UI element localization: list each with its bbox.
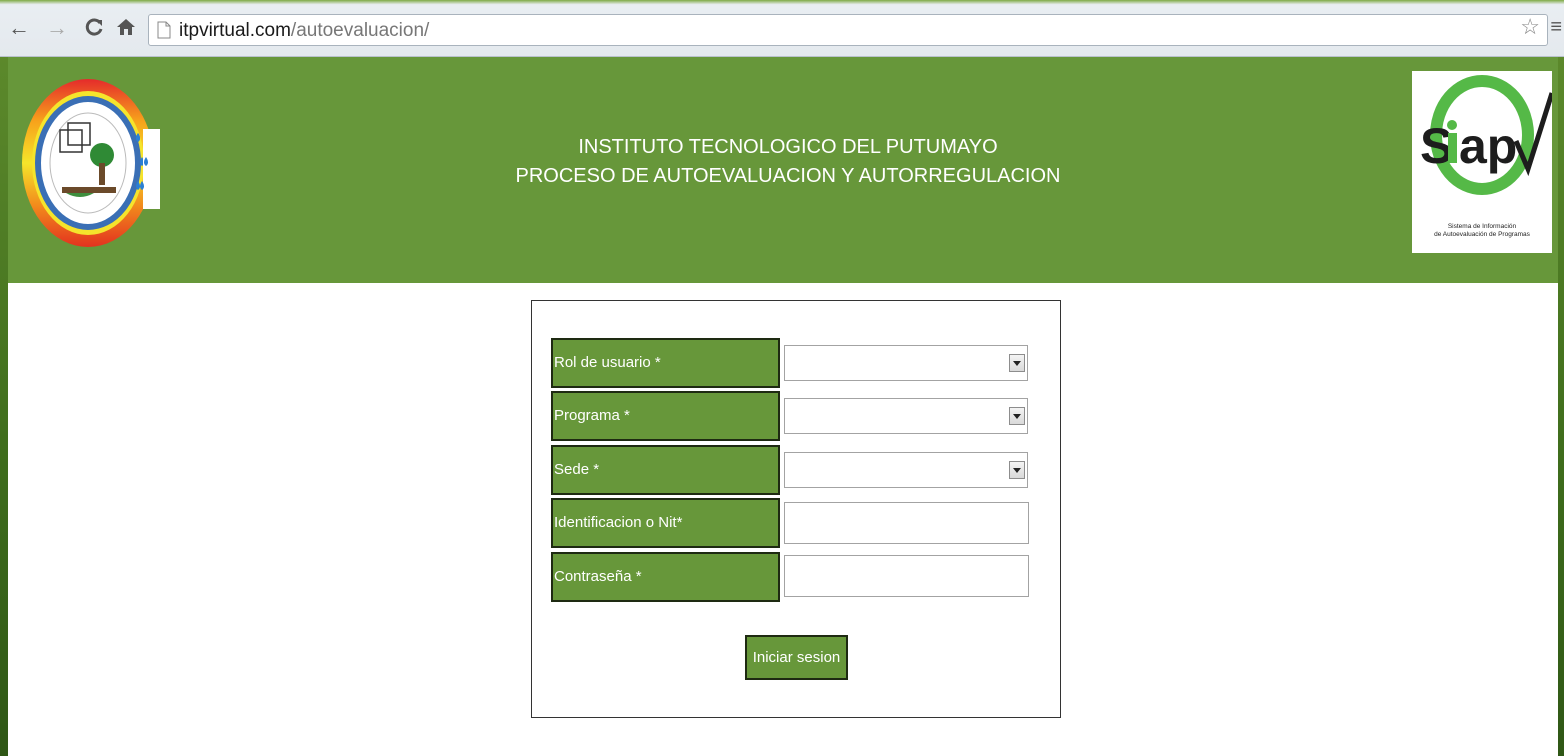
star-icon[interactable]: ☆: [1520, 16, 1540, 38]
background-edge-right: [1558, 40, 1564, 756]
header-banner: INSTITUTO TECNOLOGICO DEL PUTUMAYO PROCE…: [8, 57, 1558, 283]
background-edge-left: [0, 40, 8, 756]
siap-logo: S ap Sistema de Información de Autoevalu…: [1412, 71, 1552, 253]
arrow-right-icon[interactable]: →: [46, 17, 68, 39]
chevron-down-icon[interactable]: [1009, 354, 1025, 372]
page-icon: [157, 21, 171, 44]
label-sede: Sede *: [551, 445, 780, 495]
url-host: itpvirtual.com: [179, 20, 291, 41]
identificacion-input[interactable]: [784, 502, 1029, 544]
menu-icon[interactable]: ≡: [1550, 16, 1562, 38]
url-text: itpvirtual.com/autoevaluacion/: [179, 20, 429, 42]
siap-caption-line1: Sistema de Información: [1447, 223, 1517, 230]
arrow-left-icon[interactable]: ←: [8, 17, 30, 39]
select-sede[interactable]: [784, 452, 1028, 488]
header-title-line1: INSTITUTO TECNOLOGICO DEL PUTUMAYO: [578, 136, 998, 158]
select-rol-usuario[interactable]: [784, 345, 1028, 381]
label-identificacion: Identificacion o Nit*: [551, 498, 780, 548]
institution-logo: [20, 75, 160, 250]
login-form: Rol de usuario * Programa * Sede * Ident…: [531, 300, 1061, 718]
password-input[interactable]: [784, 555, 1029, 597]
browser-toolbar: ← → itpvirtual.com/autoevaluacion/ ☆ ≡: [0, 0, 1564, 57]
home-icon[interactable]: [116, 17, 136, 41]
chevron-down-icon[interactable]: [1009, 461, 1025, 479]
reload-icon[interactable]: [84, 17, 104, 41]
chevron-down-icon[interactable]: [1009, 407, 1025, 425]
header-title-line2: PROCESO DE AUTOEVALUACION Y AUTORREGULAC…: [515, 165, 1061, 187]
select-programa[interactable]: [784, 398, 1028, 434]
login-button[interactable]: Iniciar sesion: [745, 635, 848, 680]
label-rol-usuario: Rol de usuario *: [551, 338, 780, 388]
address-bar[interactable]: itpvirtual.com/autoevaluacion/: [148, 14, 1548, 46]
url-path: /autoevaluacion/: [290, 20, 430, 41]
svg-text:ap: ap: [1459, 118, 1517, 174]
label-programa: Programa *: [551, 391, 780, 441]
label-contrasena: Contraseña *: [551, 552, 780, 602]
siap-caption-line2: de Autoevaluación de Programas: [1434, 231, 1530, 238]
